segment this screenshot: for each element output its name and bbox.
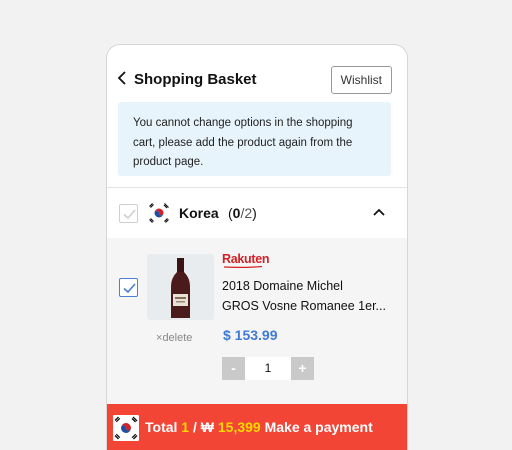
total-amount: 15,399 — [217, 419, 261, 435]
count-close: ) — [252, 205, 257, 221]
delete-link[interactable]: ×delete — [156, 332, 192, 344]
product-thumbnail[interactable] — [147, 254, 214, 320]
group-count: (0/2) — [228, 205, 257, 221]
header: Shopping Basket Wishlist — [107, 45, 407, 101]
product-name-line1: 2018 Domaine Michel — [222, 279, 343, 293]
korea-flag-icon — [113, 415, 139, 441]
delete-label: delete — [162, 332, 193, 344]
product-name-line2: GROS Vosne Romanee 1er... — [222, 299, 386, 313]
store-logo-rakuten: Rakuten — [222, 252, 270, 266]
cart-screen: Shopping Basket Wishlist You cannot chan… — [106, 44, 408, 450]
make-payment-label: Make a payment — [264, 419, 373, 435]
check-icon — [123, 283, 136, 294]
product-price: $ 153.99 — [223, 327, 278, 343]
korea-flag-icon — [148, 202, 170, 224]
payment-summary: Total 1 / ₩ 15,399 Make a payment — [145, 419, 373, 435]
group-checkbox[interactable] — [119, 204, 138, 223]
make-payment-button[interactable]: Total 1 / ₩ 15,399 Make a payment — [107, 404, 407, 450]
wishlist-button[interactable]: Wishlist — [330, 66, 392, 94]
quantity-value[interactable]: 1 — [245, 357, 291, 380]
back-arrow-icon[interactable] — [117, 71, 127, 85]
total-count: 1 — [181, 419, 190, 435]
group-name: Korea — [179, 205, 219, 221]
notice-banner: You cannot change options in the shoppin… — [118, 102, 391, 176]
product-name[interactable]: 2018 Domaine Michel GROS Vosne Romanee 1… — [222, 276, 400, 316]
count-total: /2 — [240, 205, 253, 221]
total-label: Total — [145, 419, 178, 435]
total-separator: / — [192, 419, 197, 435]
page-title: Shopping Basket — [134, 71, 257, 88]
store-group-header: Korea (0/2) — [107, 188, 407, 238]
wine-bottle-image — [147, 254, 214, 320]
currency-symbol: ₩ — [200, 419, 214, 435]
increase-button[interactable]: + — [291, 357, 314, 380]
check-icon — [123, 209, 136, 220]
item-checkbox[interactable] — [119, 278, 138, 297]
quantity-stepper: - 1 + — [222, 357, 317, 380]
store-logo-swoosh — [223, 266, 263, 268]
decrease-button[interactable]: - — [222, 357, 245, 380]
cart-item-list: ×delete Rakuten 2018 Domaine Michel GROS… — [107, 238, 407, 404]
chevron-up-icon[interactable] — [373, 208, 385, 216]
